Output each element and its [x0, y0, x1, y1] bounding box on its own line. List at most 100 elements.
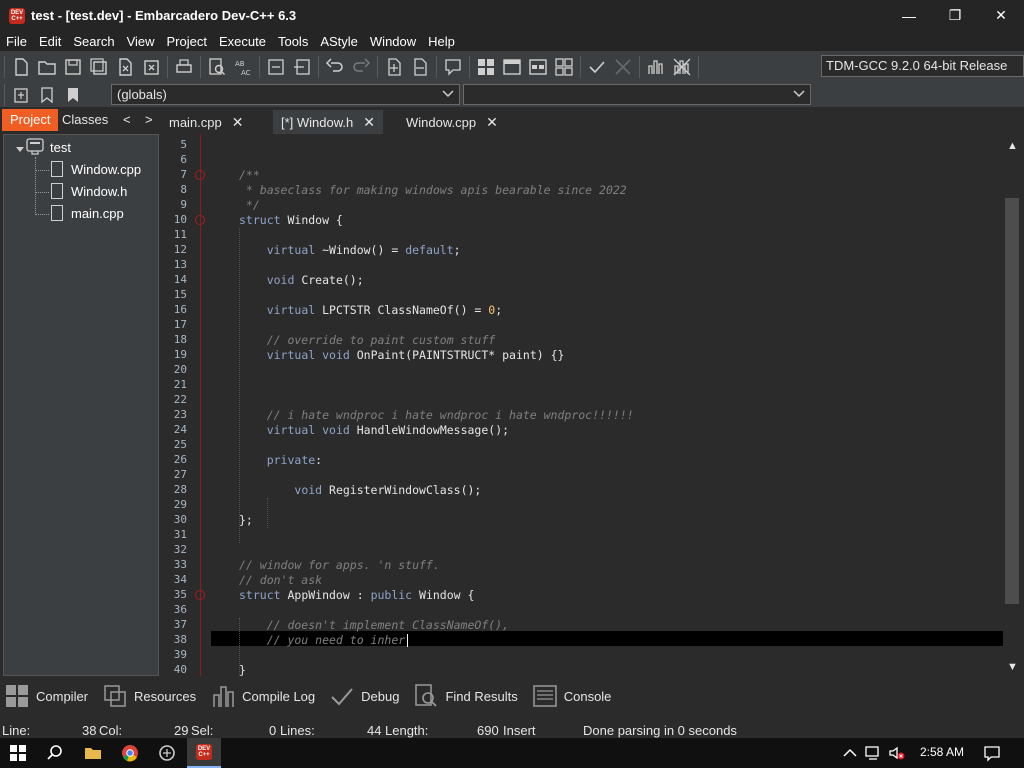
menu-file[interactable]: File — [0, 34, 33, 49]
fold-toggle-icon[interactable] — [195, 170, 205, 180]
syntax-check-icon[interactable] — [586, 56, 608, 78]
scrollbar-thumb[interactable] — [1005, 198, 1019, 604]
tab-classes[interactable]: Classes — [54, 109, 116, 131]
replace-icon[interactable]: AB AC — [232, 56, 254, 78]
tab-project[interactable]: Project — [2, 109, 59, 131]
tree-root-test[interactable]: test — [26, 138, 71, 156]
close-all-icon[interactable] — [140, 56, 162, 78]
restore-button[interactable]: ❐ — [932, 0, 978, 31]
file-tab-window-h[interactable]: [*] Window.h ✕ — [273, 110, 383, 134]
code-line[interactable]: virtual ~Window() = default; — [239, 243, 461, 257]
tray-show-hidden[interactable] — [840, 738, 860, 768]
tree-file-window-cpp[interactable]: Window.cpp — [51, 161, 141, 177]
scope-combo[interactable]: (globals) — [111, 84, 460, 105]
run-icon[interactable] — [501, 56, 523, 78]
taskbar-app[interactable] — [152, 738, 182, 768]
code-line[interactable]: // i hate wndproc i hate wndproc i hate … — [239, 408, 634, 422]
tab-find-results[interactable]: Find Results — [413, 683, 518, 709]
close-tab-icon[interactable]: ✕ — [363, 114, 375, 131]
print-icon[interactable] — [173, 56, 195, 78]
menu-view[interactable]: View — [121, 34, 161, 49]
compile-run-icon[interactable] — [527, 56, 549, 78]
fold-toggle-icon[interactable] — [195, 215, 205, 225]
code-line[interactable]: /** — [239, 168, 260, 182]
close-tab-icon[interactable]: ✕ — [232, 114, 244, 131]
taskbar-chrome[interactable] — [115, 738, 145, 768]
undo-icon[interactable] — [324, 56, 346, 78]
rebuild-icon[interactable] — [553, 56, 575, 78]
menu-execute[interactable]: Execute — [213, 34, 272, 49]
stop-execution-icon[interactable] — [612, 56, 634, 78]
compile-icon[interactable] — [475, 56, 497, 78]
menu-edit[interactable]: Edit — [33, 34, 67, 49]
new-file-icon[interactable] — [10, 56, 32, 78]
taskbar-devcpp[interactable]: DEV C++ — [187, 738, 221, 768]
tab-console[interactable]: Console — [532, 683, 611, 709]
tab-debug[interactable]: Debug — [329, 683, 399, 709]
menu-astyle[interactable]: AStyle — [314, 34, 364, 49]
profile-icon[interactable] — [645, 56, 667, 78]
taskbar-clock[interactable]: 2:58 AM — [920, 745, 964, 759]
code-line[interactable]: void RegisterWindowClass(); — [239, 483, 481, 497]
tab-compile-log[interactable]: Compile Log — [210, 683, 315, 709]
code-line[interactable]: struct Window { — [239, 213, 343, 227]
tab-scroll-right[interactable]: > — [137, 109, 161, 131]
start-button[interactable] — [0, 738, 36, 768]
code-line[interactable]: */ — [239, 198, 260, 212]
code-line[interactable]: void Create(); — [239, 273, 364, 287]
scroll-down-icon[interactable]: ▼ — [1007, 661, 1018, 673]
code-line[interactable]: private: — [239, 453, 322, 467]
redo-icon[interactable] — [350, 56, 372, 78]
save-icon[interactable] — [62, 56, 84, 78]
insert-icon[interactable] — [10, 84, 32, 106]
add-to-project-icon[interactable] — [383, 56, 405, 78]
menu-help[interactable]: Help — [422, 34, 461, 49]
code-line[interactable]: virtual void HandleWindowMessage(); — [239, 423, 509, 437]
unindent-icon[interactable] — [291, 56, 313, 78]
menu-search[interactable]: Search — [67, 34, 120, 49]
code-line[interactable]: virtual LPCTSTR ClassNameOf() = 0; — [239, 303, 502, 317]
code-line[interactable]: // override to paint custom stuff — [239, 333, 496, 347]
project-options-icon[interactable] — [442, 56, 464, 78]
code-line[interactable]: virtual void OnPaint(PAINTSTRUCT* paint)… — [239, 348, 565, 362]
tab-scroll-left[interactable]: < — [115, 109, 139, 131]
compiler-select[interactable]: TDM-GCC 9.2.0 64-bit Release — [821, 55, 1024, 77]
taskbar-file-explorer[interactable] — [78, 738, 108, 768]
goto-bookmark-icon[interactable] — [62, 84, 84, 106]
file-tab-window-cpp[interactable]: Window.cpp ✕ — [398, 110, 506, 134]
code-line[interactable]: }; — [239, 513, 253, 527]
taskbar-search[interactable] — [40, 738, 70, 768]
close-file-icon[interactable] — [114, 56, 136, 78]
tab-compiler[interactable]: Compiler — [4, 683, 88, 709]
code-line[interactable]: // you need to inher — [239, 633, 405, 647]
tree-file-main-cpp[interactable]: main.cpp — [51, 205, 124, 221]
code-editor[interactable]: 5 6 7 /** 8 * baseclass for making windows a… — [165, 134, 1003, 676]
code-line[interactable]: struct AppWindow : public Window { — [239, 588, 474, 602]
find-icon[interactable] — [206, 56, 228, 78]
menu-tools[interactable]: Tools — [272, 34, 314, 49]
code-line[interactable]: * baseclass for making windows apis bear… — [239, 183, 627, 197]
file-tab-main-cpp[interactable]: main.cpp ✕ — [161, 110, 251, 134]
code-line[interactable]: } — [239, 663, 246, 676]
tree-file-window-h[interactable]: Window.h — [51, 183, 127, 199]
code-line[interactable]: // doesn't implement ClassNameOf(), — [239, 618, 509, 632]
open-folder-icon[interactable] — [36, 56, 58, 78]
menu-project[interactable]: Project — [161, 34, 213, 49]
tray-network[interactable] — [862, 738, 884, 768]
tray-notifications[interactable] — [980, 738, 1004, 768]
close-tab-icon[interactable]: ✕ — [486, 114, 498, 131]
code-line[interactable]: // window for apps. 'n stuff. — [239, 558, 440, 572]
member-combo[interactable] — [463, 84, 811, 105]
devcpp-app-icon[interactable]: DEV C++ — [9, 7, 25, 24]
tray-volume-muted[interactable] — [886, 738, 908, 768]
toggle-bookmark-icon[interactable] — [36, 84, 58, 106]
fold-toggle-icon[interactable] — [195, 590, 205, 600]
close-button[interactable]: ✕ — [978, 0, 1024, 31]
delete-profile-icon[interactable] — [671, 56, 693, 78]
collapse-icon[interactable] — [15, 144, 25, 154]
remove-from-project-icon[interactable] — [409, 56, 431, 78]
tab-resources[interactable]: Resources — [102, 683, 196, 709]
code-line[interactable]: // don't ask — [239, 573, 322, 587]
menu-window[interactable]: Window — [364, 34, 422, 49]
minimize-button[interactable]: — — [886, 0, 932, 31]
